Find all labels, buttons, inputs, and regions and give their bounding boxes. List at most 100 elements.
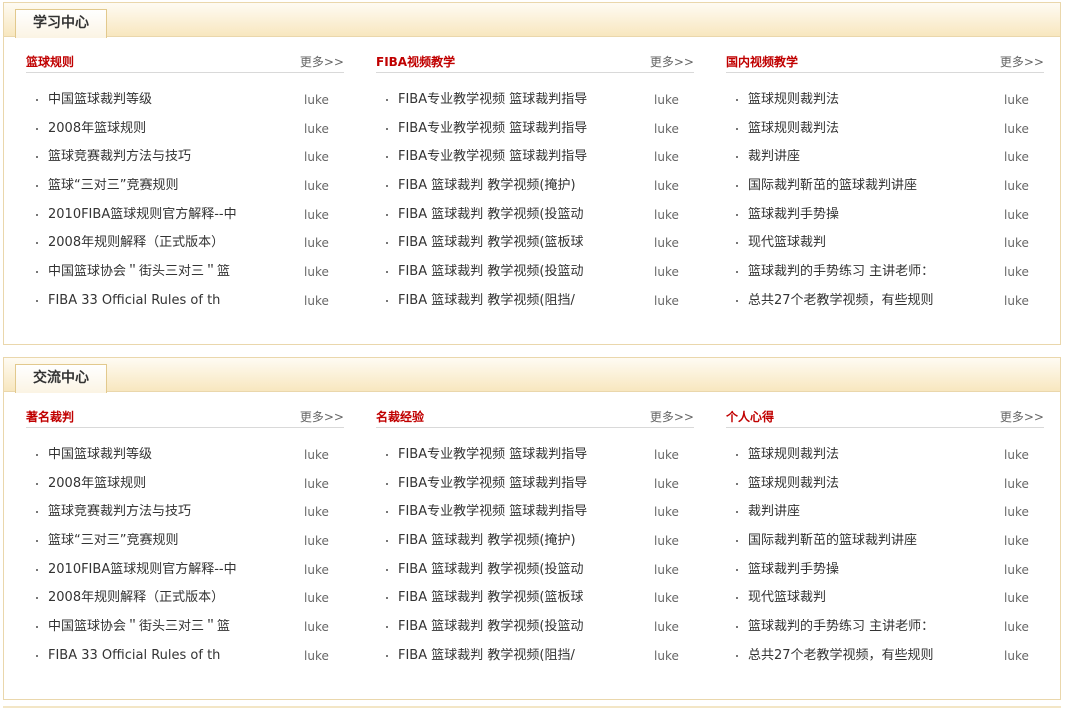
item-author: luke [304,505,329,520]
item-title-link[interactable]: 篮球竞赛裁判方法与技巧 [48,504,288,520]
item-title-link[interactable]: FIBA 篮球裁判 教学视频(掩护) [398,178,638,194]
item-title-link[interactable]: FIBA 33 Official Rules of th [48,293,288,309]
item-title-link[interactable]: FIBA专业教学视频 篮球裁判指导 [398,476,638,492]
bullet-icon [736,597,738,600]
tab-study-center[interactable]: 学习中心 [15,9,107,38]
item-author: luke [1004,562,1029,577]
more-link[interactable]: 更多>> [300,54,344,70]
item-title-link[interactable]: 2008年篮球规则 [48,121,288,137]
item-author: luke [1004,179,1029,194]
bullet-icon [736,482,738,485]
list-item: FIBA 篮球裁判 教学视频(篮板球 luke [376,235,694,264]
more-link[interactable]: 更多>> [1000,409,1044,425]
item-author: luke [654,448,679,462]
item-author: luke [1004,236,1029,251]
item-title-link[interactable]: FIBA 篮球裁判 教学视频(阻挡/ [398,293,638,309]
list-item: 2008年规则解释（正式版本） luke [26,590,344,619]
tab-exchange-center[interactable]: 交流中心 [15,364,107,393]
item-title-link[interactable]: FIBA 篮球裁判 教学视频(篮板球 [398,235,638,251]
item-title-link[interactable]: FIBA 33 Official Rules of th [48,648,288,664]
item-title-link[interactable]: 篮球裁判的手势练习 主讲老师： [748,619,988,635]
item-title-link[interactable]: FIBA 篮球裁判 教学视频(投篮动 [398,207,638,223]
bullet-icon [36,540,38,543]
bullet-icon [736,626,738,629]
item-title-link[interactable]: 2008年篮球规则 [48,476,288,492]
column-title[interactable]: FIBA视频教学 [376,54,455,70]
item-title-link[interactable]: 篮球规则裁判法 [748,92,988,108]
item-title-link[interactable]: 篮球裁判手势操 [748,207,988,223]
column-title[interactable]: 国内视频教学 [726,54,798,70]
bullet-icon [386,242,388,245]
item-title-link[interactable]: FIBA专业教学视频 篮球裁判指导 [398,447,638,463]
item-author: luke [654,150,679,165]
item-title-link[interactable]: 篮球规则裁判法 [748,121,988,137]
more-link[interactable]: 更多>> [1000,54,1044,70]
item-author: luke [654,648,679,663]
item-title-link[interactable]: 篮球裁判手势操 [748,562,988,578]
item-title-link[interactable]: 篮球规则裁判法 [748,476,988,492]
item-author: luke [304,207,329,222]
bullet-icon [386,185,388,188]
list-item: 篮球“三对三”竞赛规则 luke [26,178,344,207]
bullet-icon [386,271,388,274]
item-author: luke [304,150,329,165]
item-title-link[interactable]: 篮球“三对三”竞赛规则 [48,178,288,194]
bullet-icon [36,482,38,485]
more-link[interactable]: 更多>> [650,54,694,70]
column-title[interactable]: 名裁经验 [376,409,424,425]
item-title-link[interactable]: FIBA 篮球裁判 教学视频(投篮动 [398,619,638,635]
item-title-link[interactable]: FIBA 篮球裁判 教学视频(投篮动 [398,264,638,280]
article-list: 篮球规则裁判法 luke 篮球规则裁判法 luke 裁判讲座 luke 国际裁判靳茁的… [726,92,1044,322]
item-title-link[interactable]: 2010FIBA篮球规则官方解释--中 [48,562,288,578]
bullet-icon [736,213,738,216]
item-title-link[interactable]: FIBA 篮球裁判 教学视频(阻挡/ [398,648,638,664]
item-title-link[interactable]: 篮球规则裁判法 [748,447,988,463]
item-author: luke [304,179,329,194]
item-author: luke [1004,121,1029,136]
item-author: luke [654,179,679,194]
article-list: 中国篮球裁判等级 luke 2008年篮球规则 luke 篮球竞赛裁判方法与技巧 lu… [26,92,344,322]
bullet-icon [736,454,738,456]
item-author: luke [1004,534,1029,549]
item-title-link[interactable]: 篮球竞赛裁判方法与技巧 [48,149,288,165]
item-title-link[interactable]: 篮球“三对三”竞赛规则 [48,533,288,549]
item-title-link[interactable]: 2008年规则解释（正式版本） [48,590,288,606]
list-item: 中国篮球协会＂街头三对三＂篮 luke [26,264,344,293]
item-title-link[interactable]: FIBA 篮球裁判 教学视频(投篮动 [398,562,638,578]
item-title-link[interactable]: 中国篮球协会＂街头三对三＂篮 [48,619,288,635]
item-title-link[interactable]: FIBA专业教学视频 篮球裁判指导 [398,504,638,520]
item-title-link[interactable]: 中国篮球协会＂街头三对三＂篮 [48,264,288,280]
item-author: luke [1004,93,1029,107]
item-title-link[interactable]: 国际裁判靳茁的篮球裁判讲座 [748,533,988,549]
list-item: FIBA专业教学视频 篮球裁判指导 luke [376,121,694,150]
column-title[interactable]: 篮球规则 [26,54,74,70]
item-title-link[interactable]: 中国篮球裁判等级 [48,92,288,108]
list-item: 篮球“三对三”竞赛规则 luke [26,533,344,562]
item-title-link[interactable]: 2010FIBA篮球规则官方解释--中 [48,207,288,223]
item-author: luke [1004,476,1029,491]
item-title-link[interactable]: 裁判讲座 [748,504,988,520]
list-item: 篮球规则裁判法 luke [726,447,1044,476]
item-title-link[interactable]: FIBA 篮球裁判 教学视频(篮板球 [398,590,638,606]
column-title[interactable]: 个人心得 [726,409,774,425]
item-title-link[interactable]: 国际裁判靳茁的篮球裁判讲座 [748,178,988,194]
item-title-link[interactable]: FIBA专业教学视频 篮球裁判指导 [398,92,638,108]
item-title-link[interactable]: 总共27个老教学视频，有些规则 [748,293,988,309]
bullet-icon [386,213,388,216]
item-title-link[interactable]: FIBA 篮球裁判 教学视频(掩护) [398,533,638,549]
article-list: 中国篮球裁判等级 luke 2008年篮球规则 luke 篮球竞赛裁判方法与技巧 lu… [26,447,344,677]
item-title-link[interactable]: 现代篮球裁判 [748,235,988,251]
item-author: luke [654,534,679,549]
item-title-link[interactable]: 总共27个老教学视频，有些规则 [748,648,988,664]
item-title-link[interactable]: 篮球裁判的手势练习 主讲老师： [748,264,988,280]
more-link[interactable]: 更多>> [300,409,344,425]
item-title-link[interactable]: FIBA专业教学视频 篮球裁判指导 [398,121,638,137]
item-title-link[interactable]: 中国篮球裁判等级 [48,447,288,463]
more-link[interactable]: 更多>> [650,409,694,425]
item-title-link[interactable]: FIBA专业教学视频 篮球裁判指导 [398,149,638,165]
list-item: 2010FIBA篮球规则官方解释--中 luke [26,207,344,236]
item-title-link[interactable]: 2008年规则解释（正式版本） [48,235,288,251]
item-title-link[interactable]: 现代篮球裁判 [748,590,988,606]
item-title-link[interactable]: 裁判讲座 [748,149,988,165]
column-title[interactable]: 著名裁判 [26,409,74,425]
